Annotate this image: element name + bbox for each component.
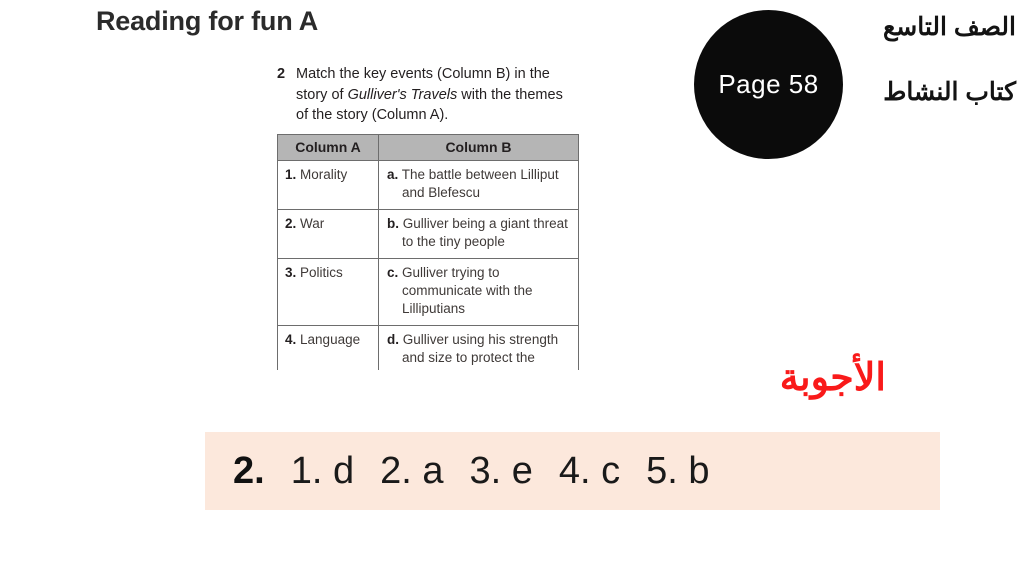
column-header-b: Column B [378, 133, 579, 161]
matching-table: Column A Column B 1. Morality a. The bat… [277, 133, 579, 393]
theme-marker: 1. [285, 166, 297, 182]
event-marker: d. [387, 331, 399, 347]
theme-text: Language [300, 331, 361, 347]
event-cell: a. The battle between Lilliput and Blefe… [378, 159, 579, 210]
answer-item: 4. c [558, 449, 621, 492]
exercise-number: 2 [277, 66, 286, 82]
event-marker: b. [387, 215, 399, 231]
event-text: Gulliver trying to communicate with the … [402, 264, 533, 316]
page-number-badge: Page 58 [694, 10, 843, 159]
answer-exercise-number: 2. [233, 449, 265, 492]
page-crop-mask [260, 370, 600, 430]
event-marker: c. [387, 264, 399, 280]
theme-marker: 4. [285, 331, 297, 347]
answer-item: 2. a [380, 449, 444, 492]
grade-label: الصف التاسع [882, 13, 1016, 41]
instruction-book-title: Gulliver's Travels [347, 86, 458, 103]
event-text: Gulliver being a giant threat to the tin… [402, 215, 568, 249]
table-row: 1. Morality a. The battle between Lillip… [277, 159, 579, 210]
worksheet-excerpt: 2 Match the key events (Column B) in the … [277, 64, 579, 393]
theme-text: Morality [300, 166, 348, 182]
answer-item: 3. e [469, 449, 533, 492]
theme-text: War [300, 215, 325, 231]
event-text: The battle between Lilliput and Blefescu [401, 166, 559, 200]
table-header-row: Column A Column B [277, 133, 579, 161]
exercise-instruction: 2 Match the key events (Column B) in the … [277, 64, 578, 126]
theme-marker: 2. [285, 215, 297, 231]
page-title: Reading for fun A [96, 6, 319, 36]
theme-cell: 3. Politics [277, 257, 379, 326]
event-marker: a. [387, 166, 399, 182]
theme-marker: 3. [285, 264, 297, 280]
theme-cell: 1. Morality [277, 159, 379, 210]
theme-text: Politics [300, 264, 343, 280]
table-row: 2. War b. Gulliver being a giant threat … [277, 208, 579, 259]
page-number-label: Page 58 [718, 69, 819, 99]
answer-strip: 2. 1. d 2. a 3. e 4. c 5. b [205, 432, 940, 510]
event-cell: b. Gulliver being a giant threat to the … [378, 208, 579, 259]
theme-cell: 2. War [277, 208, 379, 259]
answer-item: 5. b [646, 449, 710, 492]
event-cell: c. Gulliver trying to communicate with t… [378, 257, 579, 326]
table-row: 3. Politics c. Gulliver trying to commun… [277, 257, 579, 326]
column-header-a: Column A [277, 133, 379, 161]
answer-item: 1. d [290, 449, 355, 492]
book-label: كتاب النشاط [883, 78, 1016, 106]
answers-heading: الأجوبة [779, 357, 886, 399]
